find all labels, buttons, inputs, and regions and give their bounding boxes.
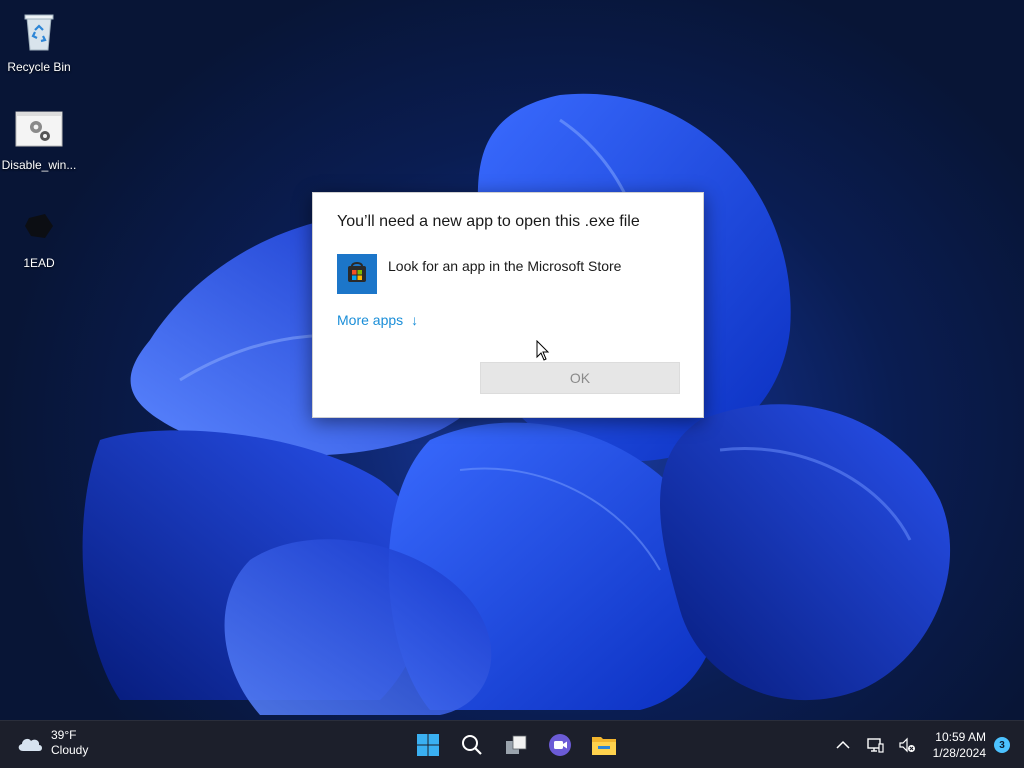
settings-file-icon <box>15 106 63 154</box>
notification-badge[interactable]: 3 <box>994 737 1010 753</box>
file-explorer-button[interactable] <box>586 727 622 763</box>
app-shortcut-icon <box>15 204 63 252</box>
task-view-icon <box>506 735 527 754</box>
start-icon <box>417 734 439 756</box>
recycle-bin-icon <box>15 8 63 56</box>
taskbar: 39°F Cloudy 10:59 AM 1/28/2024 3 <box>0 720 1024 768</box>
microsoft-store-icon <box>337 254 377 294</box>
taskbar-center-icons <box>406 727 626 763</box>
weather-condition: Cloudy <box>51 743 89 757</box>
desktop-icon-recycle-bin[interactable]: Recycle Bin <box>0 8 78 74</box>
desktop-icon-disable-win[interactable]: Disable_win... <box>0 106 78 172</box>
weather-widget[interactable]: 39°F Cloudy <box>16 728 88 758</box>
store-option-label: Look for an app in the Microsoft Store <box>388 258 622 274</box>
desktop-icon-label: Recycle Bin <box>7 60 71 74</box>
volume-muted-icon <box>899 737 915 753</box>
desktop: Recycle Bin Disable_win... 1EAD You’ll n… <box>0 0 1024 768</box>
ok-button[interactable]: OK <box>480 362 680 394</box>
clock-date: 1/28/2024 <box>932 746 986 760</box>
system-tray: 10:59 AM 1/28/2024 3 <box>827 721 1010 768</box>
desktop-icon-label: 1EAD <box>23 256 55 270</box>
more-apps-label: More apps <box>337 312 404 328</box>
file-explorer-icon <box>592 737 616 755</box>
meet-icon <box>549 734 571 756</box>
microsoft-store-option[interactable]: Look for an app in the Microsoft Store <box>337 253 621 295</box>
dialog-title: You’ll need a new app to open this .exe … <box>337 213 640 230</box>
volume-button[interactable] <box>897 735 917 755</box>
arrow-down-icon: ↓ <box>411 312 419 328</box>
desktop-icon-1ead[interactable]: 1EAD <box>0 204 78 270</box>
show-hidden-icons-button[interactable] <box>833 735 853 755</box>
chevron-up-icon <box>836 740 850 749</box>
more-apps-link[interactable]: More apps ↓ <box>337 312 418 328</box>
clock-time: 10:59 AM <box>935 730 986 744</box>
weather-temperature: 39°F <box>51 728 77 742</box>
clock[interactable]: 10:59 AM 1/28/2024 <box>933 729 986 761</box>
network-icon <box>866 738 884 753</box>
open-with-dialog: You’ll need a new app to open this .exe … <box>312 192 704 418</box>
network-button[interactable] <box>865 735 885 755</box>
cloud-icon <box>18 738 42 751</box>
desktop-icon-label: Disable_win... <box>1 158 77 172</box>
search-icon <box>462 735 482 755</box>
task-view-button[interactable] <box>498 727 534 763</box>
mouse-cursor-icon <box>536 340 550 361</box>
start-button[interactable] <box>410 727 446 763</box>
meet-button[interactable] <box>542 727 578 763</box>
search-button[interactable] <box>454 727 490 763</box>
